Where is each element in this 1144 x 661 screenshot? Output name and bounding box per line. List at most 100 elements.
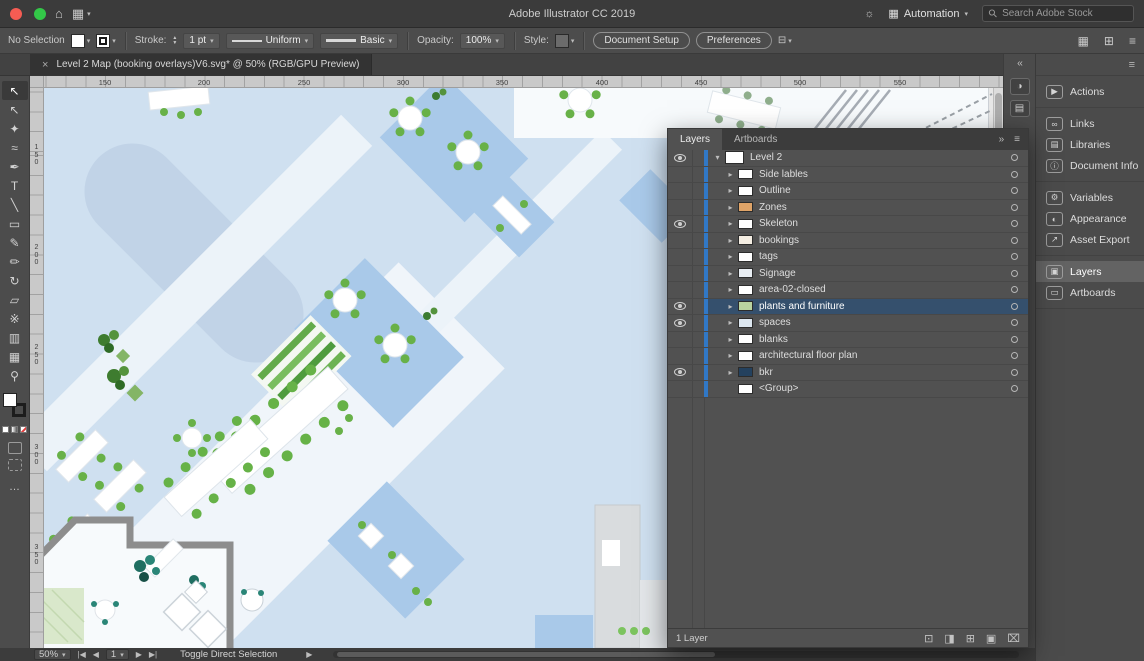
pen-tool[interactable]: ✒ [2, 157, 28, 176]
visibility-toggle[interactable] [668, 348, 692, 364]
previous-artboard-button[interactable]: ◀ [93, 650, 99, 659]
zoom-tool[interactable]: ⚲ [2, 366, 28, 385]
target-circle[interactable] [1011, 352, 1018, 359]
disclosure-triangle[interactable]: ▸ [725, 252, 736, 261]
disclosure-triangle[interactable]: ▸ [725, 170, 736, 179]
rotate-tool[interactable]: ↻ [2, 271, 28, 290]
layer-row[interactable]: ▸area-02-closed [668, 282, 1028, 299]
layer-thumbnail[interactable] [738, 268, 753, 278]
horizontal-scrollbar-thumb[interactable] [337, 652, 714, 657]
none-button[interactable] [20, 426, 27, 433]
visibility-toggle[interactable] [668, 216, 692, 232]
layer-row[interactable]: ▸blanks [668, 332, 1028, 349]
target-circle[interactable] [1011, 369, 1018, 376]
fill-chip[interactable] [3, 393, 17, 407]
gradient-button[interactable] [11, 426, 18, 433]
last-artboard-button[interactable]: ▶| [149, 650, 157, 659]
opacity-field[interactable]: 100% ▾ [460, 33, 505, 49]
dock-item-variables[interactable]: ⚙Variables [1036, 187, 1144, 208]
workspace-menu-icon[interactable]: ≡ [1129, 34, 1136, 48]
disclosure-triangle[interactable]: ▸ [725, 269, 736, 278]
layer-row[interactable]: ▸ Side lables [668, 167, 1028, 184]
lock-toggle[interactable] [692, 315, 704, 331]
home-icon[interactable]: ⌂ [55, 6, 63, 21]
document-tab[interactable]: × Level 2 Map (booking overlays)V6.svg* … [30, 54, 372, 75]
ruler-vertical[interactable]: 150200250300350 [30, 88, 44, 648]
dock-item-asset-export[interactable]: ↗Asset Export [1036, 229, 1144, 250]
lock-toggle[interactable] [692, 381, 704, 397]
width-profile-select[interactable]: Uniform ▾ [226, 33, 315, 49]
tab-close-icon[interactable]: × [42, 59, 48, 71]
layer-row[interactable]: ▸plants and furniture [668, 299, 1028, 316]
target-circle[interactable] [1011, 319, 1018, 326]
tab-artboards[interactable]: Artboards [722, 129, 789, 150]
layer-name[interactable]: bkr [759, 367, 1011, 378]
layer-thumbnail[interactable] [738, 318, 753, 328]
lock-toggle[interactable] [692, 167, 704, 183]
lock-toggle[interactable] [692, 365, 704, 381]
disclosure-triangle[interactable]: ▸ [725, 335, 736, 344]
lock-toggle[interactable] [692, 332, 704, 348]
collect-for-export-icon[interactable]: ⊡ [924, 632, 933, 645]
target-circle[interactable] [1011, 154, 1018, 161]
disclosure-triangle[interactable]: ▸ [725, 368, 736, 377]
fill-color-swatch[interactable]: ▾ [71, 34, 91, 48]
disclosure-triangle[interactable]: ▸ [725, 219, 736, 228]
tile-documents-icon[interactable]: ⊞ [1104, 34, 1114, 48]
document-setup-button[interactable]: Document Setup [593, 32, 690, 49]
layer-thumbnail[interactable] [738, 252, 753, 262]
layer-thumbnail[interactable] [738, 367, 753, 377]
brush-select[interactable]: Basic ▾ [320, 33, 398, 49]
disclosure-triangle[interactable]: ▸ [725, 285, 736, 294]
lock-toggle[interactable] [692, 150, 704, 166]
layer-name[interactable]: Level 2 [750, 152, 1011, 163]
ruler-origin-box[interactable] [30, 76, 44, 88]
new-layer-icon[interactable]: ▣ [986, 632, 996, 645]
zoom-window-button[interactable] [34, 8, 46, 20]
layer-thumbnail[interactable] [738, 334, 753, 344]
layer-thumbnail[interactable] [725, 151, 744, 164]
layer-thumbnail[interactable] [738, 219, 753, 229]
artboard-select[interactable]: 1 ▾ [106, 649, 129, 660]
layer-thumbnail[interactable] [738, 384, 753, 394]
visibility-toggle[interactable] [668, 233, 692, 249]
automation-menu[interactable]: ▦ Automation ▾ [888, 7, 968, 20]
visibility-toggle[interactable] [668, 365, 692, 381]
layer-name[interactable]: <Group> [759, 383, 1011, 394]
disclosure-triangle[interactable]: ▸ [725, 203, 736, 212]
visibility-toggle[interactable] [668, 282, 692, 298]
visibility-toggle[interactable] [668, 266, 692, 282]
dock-menu-icon[interactable]: ≡ [1129, 59, 1135, 71]
layer-row[interactable]: ▸Zones [668, 200, 1028, 217]
layer-name[interactable]: Side lables [759, 169, 1011, 180]
layer-name[interactable]: bookings [759, 235, 1011, 246]
visibility-toggle[interactable] [668, 150, 692, 166]
dock-item-document-info[interactable]: ⓘDocument Info [1036, 155, 1144, 176]
disclosure-triangle[interactable]: ▸ [725, 236, 736, 245]
dock-item-actions[interactable]: ▶Actions [1036, 81, 1144, 102]
column-graph-tool[interactable]: ▥ [2, 328, 28, 347]
layer-thumbnail[interactable] [738, 351, 753, 361]
visibility-toggle[interactable] [668, 381, 692, 397]
visibility-toggle[interactable] [668, 332, 692, 348]
color-guide-panel-icon[interactable]: ▤ [1010, 100, 1030, 117]
arrange-documents-menu[interactable]: ▦ ▾ [72, 6, 91, 22]
layer-row[interactable]: ▸ tags [668, 249, 1028, 266]
target-circle[interactable] [1011, 270, 1018, 277]
layer-row[interactable]: ▸ bkr [668, 365, 1028, 382]
panel-overflow-icon[interactable]: » [999, 134, 1005, 145]
layer-name[interactable]: tags [759, 251, 1011, 262]
dock-item-appearance[interactable]: ◐Appearance [1036, 208, 1144, 229]
dock-item-artboards[interactable]: ▭Artboards [1036, 282, 1144, 303]
lock-toggle[interactable] [692, 299, 704, 315]
layer-name[interactable]: Signage [759, 268, 1011, 279]
target-circle[interactable] [1011, 204, 1018, 211]
selection-tool[interactable]: ↖ [2, 81, 28, 100]
layer-thumbnail[interactable] [738, 169, 753, 179]
target-circle[interactable] [1011, 220, 1018, 227]
draw-normal-icon[interactable] [8, 442, 22, 454]
dock-item-libraries[interactable]: ▤Libraries [1036, 134, 1144, 155]
layer-row[interactable]: ▸Outline [668, 183, 1028, 200]
layer-name[interactable]: Outline [759, 185, 1011, 196]
target-circle[interactable] [1011, 303, 1018, 310]
